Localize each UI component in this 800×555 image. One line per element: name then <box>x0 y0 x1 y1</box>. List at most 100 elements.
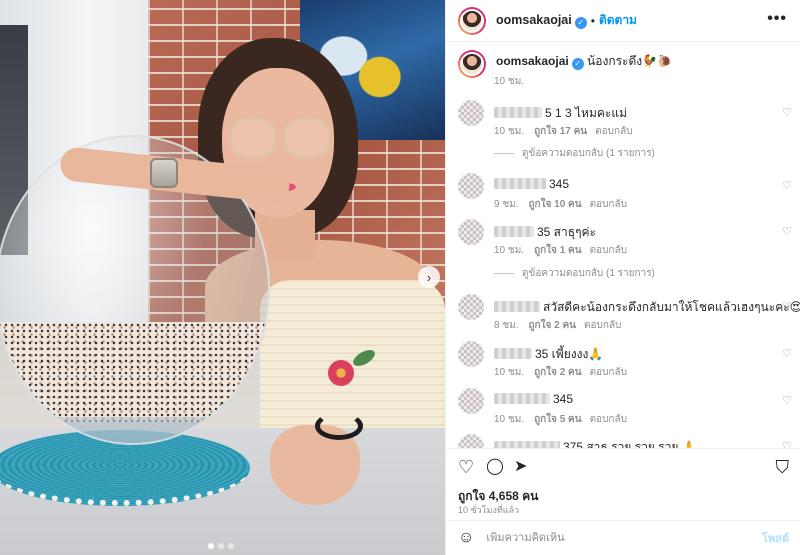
photo-bowl-gravel <box>0 322 268 422</box>
photo-bracelet <box>315 412 363 440</box>
like-comment-heart-icon[interactable]: ♡ <box>782 394 792 407</box>
comment-avatar[interactable] <box>458 100 484 126</box>
blurred-username <box>494 226 534 237</box>
like-comment-heart-icon[interactable]: ♡ <box>782 347 792 360</box>
post-header: oomsakaojai ✓ • ติดตาม ••• <box>446 0 800 42</box>
reply-button[interactable]: ตอบกลับ <box>590 414 627 425</box>
comment-time: 10 ชม. <box>494 414 525 425</box>
comment-text: 35 สาธุๆค่ะ <box>494 223 596 242</box>
caption-body: น้องกระดึง🐓🐌 <box>587 54 673 68</box>
blurred-username <box>494 393 550 404</box>
comment-likes[interactable]: ถูกใจ 5 คน <box>534 414 582 425</box>
comment-likes[interactable]: ถูกใจ 1 คน <box>534 245 582 256</box>
comment-time: 9 ชม. <box>494 199 519 210</box>
like-comment-heart-icon[interactable]: ♡ <box>782 440 792 448</box>
comment-avatar[interactable] <box>458 219 484 245</box>
emoji-icon[interactable]: ☺ <box>458 529 474 547</box>
blurred-username <box>494 348 532 359</box>
caption-username[interactable]: oomsakaojai <box>496 54 569 68</box>
view-replies-button[interactable]: ดูข้อความตอบกลับ (1 รายการ) <box>494 146 655 161</box>
chevron-right-icon: › <box>426 269 432 285</box>
reply-button[interactable]: ตอบกลับ <box>590 245 627 256</box>
comment-meta: 10 ชม. ถูกใจ 1 คน ตอบกลับ <box>494 243 637 258</box>
next-photo-button[interactable]: › <box>418 266 440 288</box>
photo-bowl-water <box>0 417 268 443</box>
comment-text: 345 <box>494 392 573 406</box>
like-comment-heart-icon[interactable]: ♡ <box>782 179 792 192</box>
caption-time: 10 ชม. <box>494 76 525 87</box>
view-replies-text[interactable]: ดูข้อความตอบกลับ (1 รายการ) <box>522 146 655 161</box>
follow-button[interactable]: ติดตาม <box>599 11 637 30</box>
comment-avatar[interactable] <box>458 434 484 448</box>
comment-body: 375 สาธุ รวย รวย รวย 🙏 <box>563 440 697 448</box>
comment-likes[interactable]: ถูกใจ 17 คน <box>534 126 587 137</box>
more-options-icon[interactable]: ••• <box>767 10 787 28</box>
carousel-dots <box>208 543 234 549</box>
photo-glasses <box>230 118 330 160</box>
post-comment-button[interactable]: โพสต์ <box>762 529 789 547</box>
blurred-username <box>494 441 560 448</box>
comment-meta: 10 ชม. ถูกใจ 17 คน ตอบกลับ <box>494 124 643 139</box>
comment-avatar[interactable] <box>458 173 484 199</box>
comments-list[interactable]: 5 1 3 ไหมคะแม่ 10 ชม. ถูกใจ 17 คน ตอบกลับ … <box>446 92 800 448</box>
comment-text: สวัสดีคะน้องกระดึงกลับมาให้โชคแล้วเฮงๆนะ… <box>494 298 800 317</box>
comment-meta: 10 ชม. ถูกใจ 5 คน ตอบกลับ <box>494 412 637 427</box>
view-replies-button[interactable]: ดูข้อความตอบกลับ (1 รายการ) <box>494 266 655 281</box>
caption-author-avatar[interactable] <box>458 50 486 78</box>
header-separator: • <box>590 13 595 28</box>
share-icon[interactable]: ➤ <box>514 457 527 477</box>
post-side-panel: oomsakaojai ✓ • ติดตาม ••• oomsakaojai ✓ น… <box>445 0 800 555</box>
like-heart-icon[interactable]: ♡ <box>458 457 474 477</box>
comment-likes[interactable]: ถูกใจ 2 คน <box>529 320 577 331</box>
like-comment-heart-icon[interactable]: ♡ <box>782 300 792 313</box>
comment-body: สวัสดีคะน้องกระดึงกลับมาให้โชคแล้วเฮงๆนะ… <box>543 300 800 314</box>
comment-text: 35 เพี้ยงงง🙏 <box>494 345 603 364</box>
blurred-username <box>494 107 542 118</box>
carousel-dot <box>228 543 234 549</box>
comment-time: 10 ชม. <box>494 367 525 378</box>
save-bookmark-icon[interactable]: ⛉ <box>776 457 790 477</box>
comment-likes[interactable]: ถูกใจ 10 คน <box>529 199 582 210</box>
reply-button[interactable]: ตอบกลับ <box>590 199 627 210</box>
post-caption: oomsakaojai ✓ น้องกระดึง🐓🐌 <box>458 50 672 78</box>
add-comment-input[interactable] <box>486 532 717 544</box>
verified-badge-icon: ✓ <box>574 16 587 29</box>
like-comment-heart-icon[interactable]: ♡ <box>782 225 792 238</box>
comment-meta: 10 ชม. ถูกใจ 2 คน ตอบกลับ <box>494 365 637 380</box>
instagram-post-modal: › oomsakaojai ✓ • ติดตาม ••• oomsakaojai ✓… <box>0 0 800 555</box>
comment-body: 345 <box>553 392 574 406</box>
comment-time: 10 ชม. <box>494 245 525 256</box>
comment-avatar[interactable] <box>458 341 484 367</box>
author-username[interactable]: oomsakaojai ✓ <box>496 13 587 29</box>
view-replies-text[interactable]: ดูข้อความตอบกลับ (1 รายการ) <box>522 266 655 281</box>
carousel-dot <box>218 543 224 549</box>
comment-body: 5 1 3 ไหมคะแม่ <box>545 106 627 120</box>
photo-dress-flower <box>328 360 354 386</box>
post-actions-bar: ♡ ◯ ➤ ⛉ <box>446 448 800 488</box>
comment-body: 35 เพี้ยงงง🙏 <box>535 347 604 361</box>
comment-time: 10 ชม. <box>494 126 525 137</box>
posted-time: 10 ชั่วโมงที่แล้ว <box>458 505 520 515</box>
carousel-dot-active <box>208 543 214 549</box>
comment-text: 5 1 3 ไหมคะแม่ <box>494 104 627 123</box>
comment-meta: 9 ชม. ถูกใจ 10 คน ตอบกลับ <box>494 197 637 212</box>
comment-icon[interactable]: ◯ <box>486 457 504 477</box>
comment-avatar[interactable] <box>458 294 484 320</box>
comment-text: 345 <box>494 177 569 191</box>
author-username-text[interactable]: oomsakaojai <box>496 13 572 27</box>
blurred-username <box>494 178 546 189</box>
photo-watch <box>150 158 178 188</box>
add-comment-bar: ☺ โพสต์ <box>446 520 800 555</box>
comment-body: 35 สาธุๆค่ะ <box>537 225 596 239</box>
reply-button[interactable]: ตอบกลับ <box>590 367 627 378</box>
reply-button[interactable]: ตอบกลับ <box>584 320 621 331</box>
blurred-username <box>494 301 540 312</box>
like-comment-heart-icon[interactable]: ♡ <box>782 106 792 119</box>
comment-avatar[interactable] <box>458 388 484 414</box>
reply-button[interactable]: ตอบกลับ <box>595 126 632 137</box>
post-photo[interactable]: › <box>0 0 445 555</box>
author-avatar[interactable] <box>458 6 486 35</box>
comment-body: 345 <box>549 177 570 191</box>
comment-likes[interactable]: ถูกใจ 2 คน <box>534 367 582 378</box>
comment-text: 375 สาธุ รวย รวย รวย 🙏 <box>494 438 697 448</box>
